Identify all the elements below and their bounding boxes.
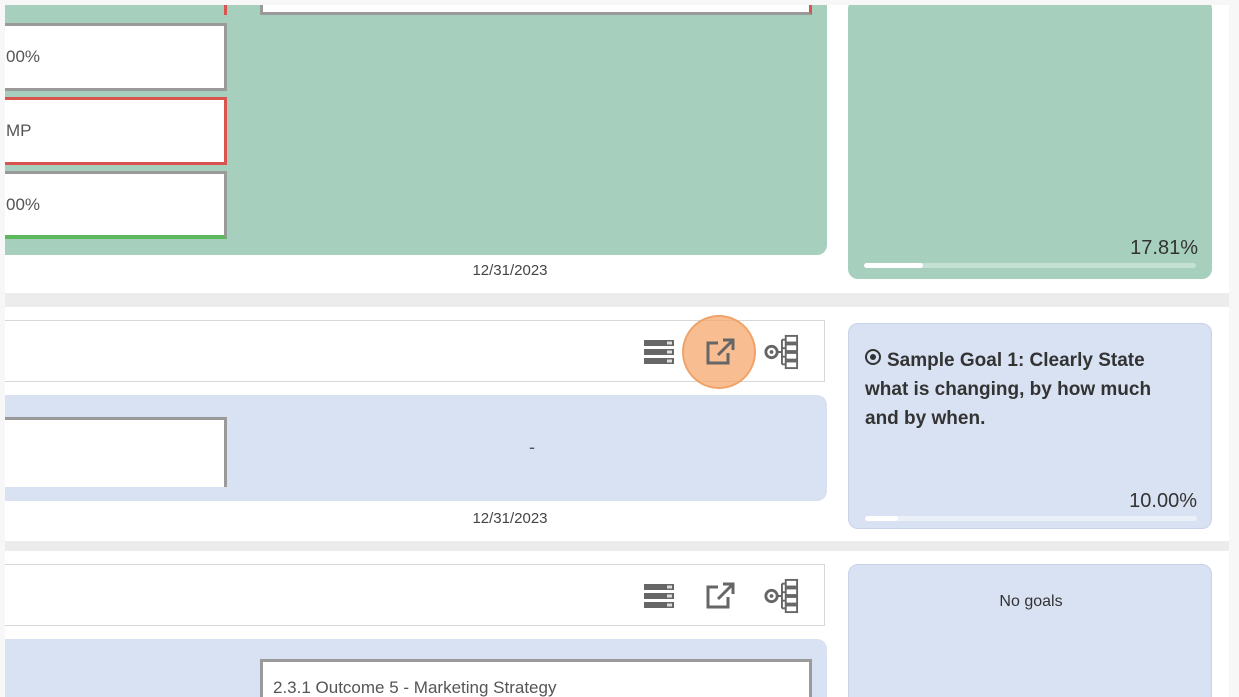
outcome-1-top-box — [260, 5, 812, 15]
goal-card-3: No goals — [848, 564, 1212, 697]
outcome-1-panel: 00% MP 00% — [5, 5, 827, 255]
goal-card-1[interactable]: 17.81% — [848, 5, 1212, 279]
due-date-1: 12/31/2023 — [472, 262, 548, 279]
outcome-label: 2.3.1 Outcome 5 - Marketing Strategy — [273, 678, 557, 697]
center-value: - — [529, 437, 535, 457]
metric-value-bottom: 00% — [6, 194, 41, 214]
goal-title-text: Sample Goal 1: Clearly State what is cha… — [865, 350, 1152, 429]
page-frame: 00% MP 00% 12/31/2023 17.81% - 12/31/202… — [5, 5, 1229, 697]
outcome-2-panel: - — [5, 395, 827, 501]
open-external-icon[interactable] — [702, 334, 738, 370]
outcome-3-box[interactable]: 2.3.1 Outcome 5 - Marketing Strategy — [260, 659, 812, 697]
goal-percent-2: 10.00% — [1129, 490, 1197, 512]
goal-percent-1: 17.81% — [1130, 237, 1198, 259]
no-goals-text: No goals — [999, 593, 1063, 610]
goal-title[interactable]: Sample Goal 1: Clearly State what is cha… — [865, 346, 1185, 433]
outcome-2-box[interactable] — [5, 417, 227, 487]
outcome-2-toolbar — [5, 315, 825, 389]
status-label: MP — [6, 121, 32, 140]
outcome-row-3: 2.3.1 Outcome 5 - Marketing Strategy No … — [5, 551, 1229, 697]
goal-progress-fill-1 — [864, 263, 924, 268]
list-view-icon[interactable] — [641, 334, 677, 370]
outcome-row-1: 00% MP 00% 12/31/2023 17.81% — [5, 5, 1229, 293]
goal-progress-track-2 — [865, 516, 1197, 521]
outcome-3-panel: 2.3.1 Outcome 5 - Marketing Strategy — [5, 639, 827, 697]
open-external-icon[interactable] — [702, 578, 738, 614]
metric-box-top[interactable]: 00% — [5, 23, 227, 91]
list-view-icon[interactable] — [641, 578, 677, 614]
goal-progress-fill-2 — [865, 516, 899, 521]
hierarchy-settings-icon[interactable] — [763, 578, 799, 614]
due-date-2: 12/31/2023 — [472, 510, 548, 527]
status-edge-red — [224, 5, 227, 15]
outcome-3-toolbar — [5, 564, 825, 626]
target-icon — [865, 349, 881, 365]
metric-box-bottom[interactable]: 00% — [5, 171, 227, 239]
hierarchy-settings-icon[interactable] — [763, 334, 799, 370]
outcome-row-2: - 12/31/2023 Sample Goal 1: Clearly Stat… — [5, 307, 1229, 541]
goal-card-2[interactable]: Sample Goal 1: Clearly State what is cha… — [848, 323, 1212, 529]
status-box[interactable]: MP — [5, 97, 227, 165]
goal-progress-track-1 — [864, 263, 1196, 268]
metric-value-top: 00% — [6, 47, 41, 66]
